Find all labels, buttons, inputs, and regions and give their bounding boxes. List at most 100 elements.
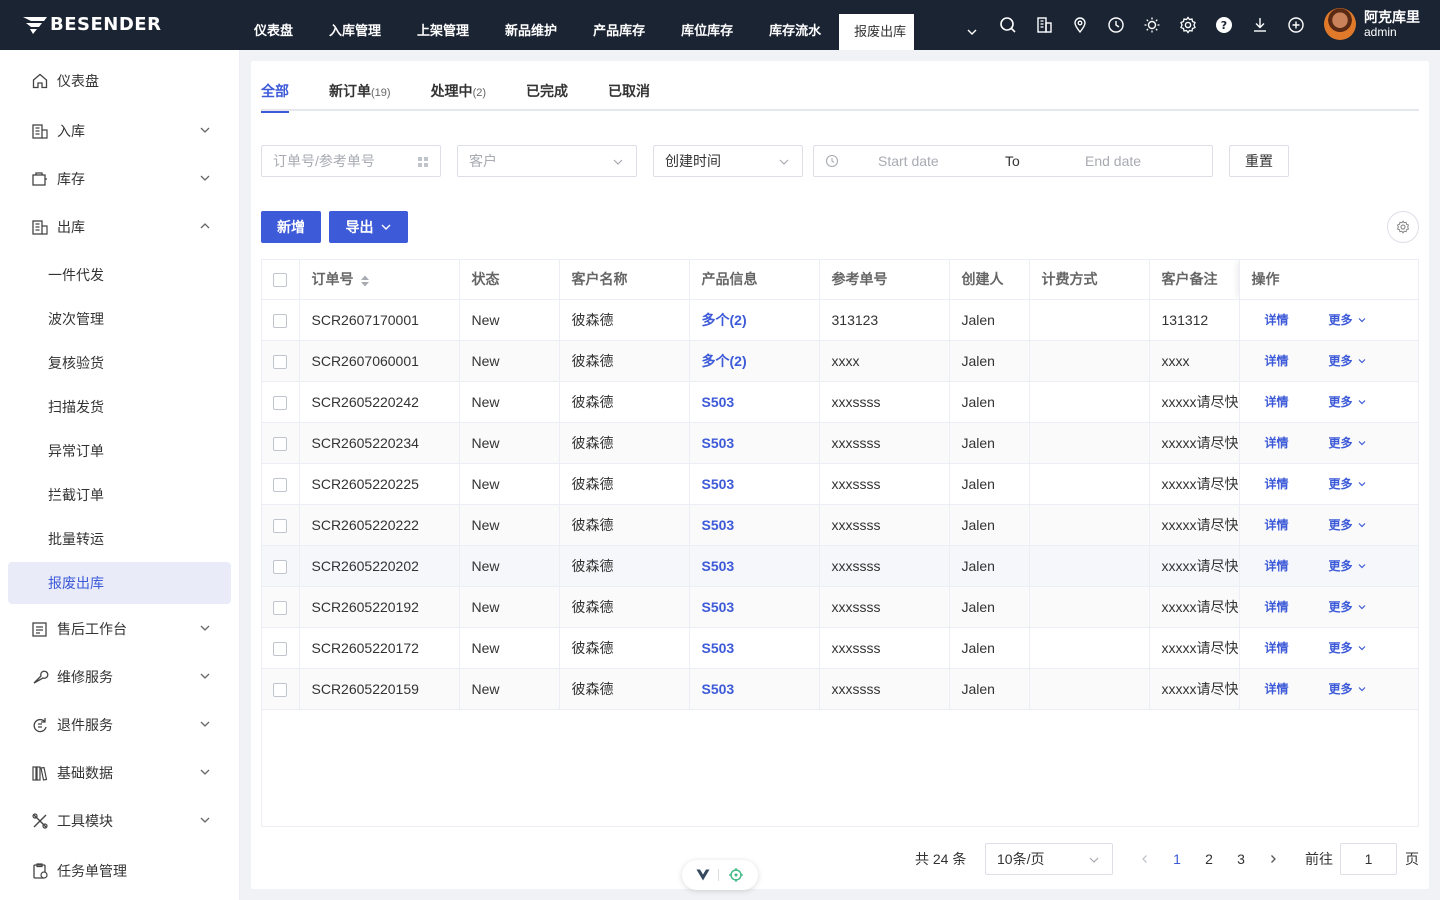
tab-new-orders[interactable]: 新订单(19) (329, 71, 391, 111)
sidebar-sub-exception[interactable]: 异常订单 (8, 430, 231, 472)
detail-link[interactable]: 详情 (1265, 395, 1289, 409)
row-checkbox[interactable] (273, 477, 287, 492)
topnav-location-stock[interactable]: 库位库存 (663, 0, 751, 50)
sidebar-sub-scrap-outbound[interactable]: 报废出库 (8, 562, 231, 604)
search-icon[interactable] (990, 0, 1026, 50)
sun-icon[interactable] (1134, 0, 1170, 50)
table-row[interactable]: SCR2605220225 New 彼森德 S503 xxxssss Jalen xxxxx… (262, 463, 1418, 505)
product-link[interactable]: S503 (702, 476, 735, 492)
table-row[interactable]: SCR2605220202 New 彼森德 S503 xxxssss Jalen xxxxx… (262, 545, 1418, 587)
prev-page-button[interactable] (1129, 843, 1161, 875)
product-link[interactable]: 多个(2) (702, 312, 747, 328)
topnav-putaway[interactable]: 上架管理 (399, 0, 487, 50)
topnav-more-button[interactable] (956, 14, 988, 50)
product-link[interactable]: S503 (702, 640, 735, 656)
detail-link[interactable]: 详情 (1265, 641, 1289, 655)
export-button[interactable]: 导出 (329, 211, 408, 243)
more-dropdown[interactable]: 更多 (1329, 311, 1367, 328)
table-row[interactable]: SCR2605220242 New 彼森德 S503 xxxssss Jalen xxxxx… (262, 381, 1418, 423)
more-dropdown[interactable]: 更多 (1329, 475, 1367, 492)
detail-link[interactable]: 详情 (1265, 436, 1289, 450)
end-date-input[interactable]: End date (1085, 153, 1141, 169)
row-checkbox[interactable] (273, 682, 287, 697)
sidebar-item-dashboard[interactable]: 仪表盘 (8, 60, 231, 102)
location-icon[interactable] (1062, 0, 1098, 50)
tab-cancelled[interactable]: 已取消 (608, 71, 650, 111)
product-link[interactable]: S503 (702, 435, 735, 451)
more-dropdown[interactable]: 更多 (1329, 352, 1367, 369)
sidebar-sub-batch-transfer[interactable]: 批量转运 (8, 518, 231, 560)
sidebar-item-return[interactable]: 退件服务 (8, 704, 231, 746)
page-2-button[interactable]: 2 (1193, 843, 1225, 875)
topnav-product-stock[interactable]: 产品库存 (575, 0, 663, 50)
sidebar-item-tools[interactable]: 工具模块 (8, 800, 231, 842)
more-dropdown[interactable]: 更多 (1329, 393, 1367, 410)
product-link[interactable]: S503 (702, 517, 735, 533)
table-row[interactable]: SCR2607060001 New 彼森德 多个(2) xxxx Jalen xxxx 详情更… (262, 340, 1418, 382)
table-row[interactable]: SCR2605220234 New 彼森德 S503 xxxssss Jalen xxxxx… (262, 422, 1418, 464)
more-dropdown[interactable]: 更多 (1329, 639, 1367, 656)
help-icon[interactable]: ? (1206, 0, 1242, 50)
date-range-picker[interactable]: Start date To End date (813, 145, 1213, 177)
header-order-no[interactable]: 订单号 (299, 260, 460, 300)
customer-select[interactable]: 客户 (457, 145, 637, 177)
sidebar-item-tasks[interactable]: 任务单管理 (8, 850, 231, 892)
more-dropdown[interactable]: 更多 (1329, 434, 1367, 451)
detail-link[interactable]: 详情 (1265, 313, 1289, 327)
row-checkbox[interactable] (273, 436, 287, 451)
clock-icon[interactable] (1098, 0, 1134, 50)
row-checkbox[interactable] (273, 600, 287, 615)
tab-completed[interactable]: 已完成 (526, 71, 568, 111)
more-dropdown[interactable]: 更多 (1329, 680, 1367, 697)
page-3-button[interactable]: 3 (1225, 843, 1257, 875)
sidebar-item-inventory[interactable]: 库存 (8, 158, 231, 200)
building-icon[interactable] (1026, 0, 1062, 50)
page-1-button[interactable]: 1 (1161, 843, 1193, 875)
detail-link[interactable]: 详情 (1265, 518, 1289, 532)
vue-logo-icon[interactable] (696, 869, 710, 881)
row-checkbox[interactable] (273, 395, 287, 410)
sidebar-sub-dropship[interactable]: 一件代发 (8, 254, 231, 296)
detail-link[interactable]: 详情 (1265, 600, 1289, 614)
reset-button[interactable]: 重置 (1229, 145, 1289, 177)
order-search-input[interactable]: 订单号/参考单号 (261, 145, 441, 177)
table-row[interactable]: SCR2605220222 New 彼森德 S503 xxxssss Jalen xxxxx… (262, 504, 1418, 546)
row-checkbox[interactable] (273, 559, 287, 574)
brand-logo[interactable]: BESENDER (22, 14, 161, 35)
goto-page-input[interactable]: 1 (1340, 843, 1397, 875)
user-menu[interactable]: 阿克库里 admin (1324, 8, 1420, 40)
product-link[interactable]: 多个(2) (702, 353, 747, 369)
sidebar-sub-scan-ship[interactable]: 扫描发货 (8, 386, 231, 428)
sidebar-item-inbound[interactable]: 入库 (8, 110, 231, 152)
download-icon[interactable] (1242, 0, 1278, 50)
sidebar-item-aftersale[interactable]: 售后工作台 (8, 608, 231, 650)
sidebar-item-repair[interactable]: 维修服务 (8, 656, 231, 698)
target-icon[interactable] (728, 867, 744, 883)
gear-icon[interactable] (1170, 0, 1206, 50)
add-button[interactable]: 新增 (261, 211, 321, 243)
row-checkbox[interactable] (273, 313, 287, 328)
sidebar-sub-recheck[interactable]: 复核验货 (8, 342, 231, 384)
sidebar-item-base-data[interactable]: 基础数据 (8, 752, 231, 794)
select-all-checkbox[interactable] (273, 273, 287, 288)
more-dropdown[interactable]: 更多 (1329, 557, 1367, 574)
product-link[interactable]: S503 (702, 681, 735, 697)
detail-link[interactable]: 详情 (1265, 682, 1289, 696)
product-link[interactable]: S503 (702, 394, 735, 410)
product-link[interactable]: S503 (702, 558, 735, 574)
topnav-dashboard[interactable]: 仪表盘 (236, 0, 311, 50)
detail-link[interactable]: 详情 (1265, 354, 1289, 368)
next-page-button[interactable] (1257, 843, 1289, 875)
topnav-new-product[interactable]: 新品维护 (487, 0, 575, 50)
more-dropdown[interactable]: 更多 (1329, 516, 1367, 533)
table-row[interactable]: SCR2605220192 New 彼森德 S503 xxxssss Jalen xxxxx… (262, 586, 1418, 628)
sidebar-item-outbound[interactable]: 出库 (8, 206, 231, 248)
column-settings-button[interactable] (1387, 211, 1419, 243)
sort-icon[interactable] (360, 274, 370, 288)
start-date-input[interactable]: Start date (878, 153, 939, 169)
page-size-select[interactable]: 10条/页 (985, 843, 1113, 875)
tab-all[interactable]: 全部 (261, 71, 289, 113)
table-row[interactable]: SCR2605220159 New 彼森德 S503 xxxssss Jalen xxxxx… (262, 668, 1418, 710)
topnav-scrap-outbound[interactable]: 报废出库 (839, 14, 915, 50)
row-checkbox[interactable] (273, 641, 287, 656)
